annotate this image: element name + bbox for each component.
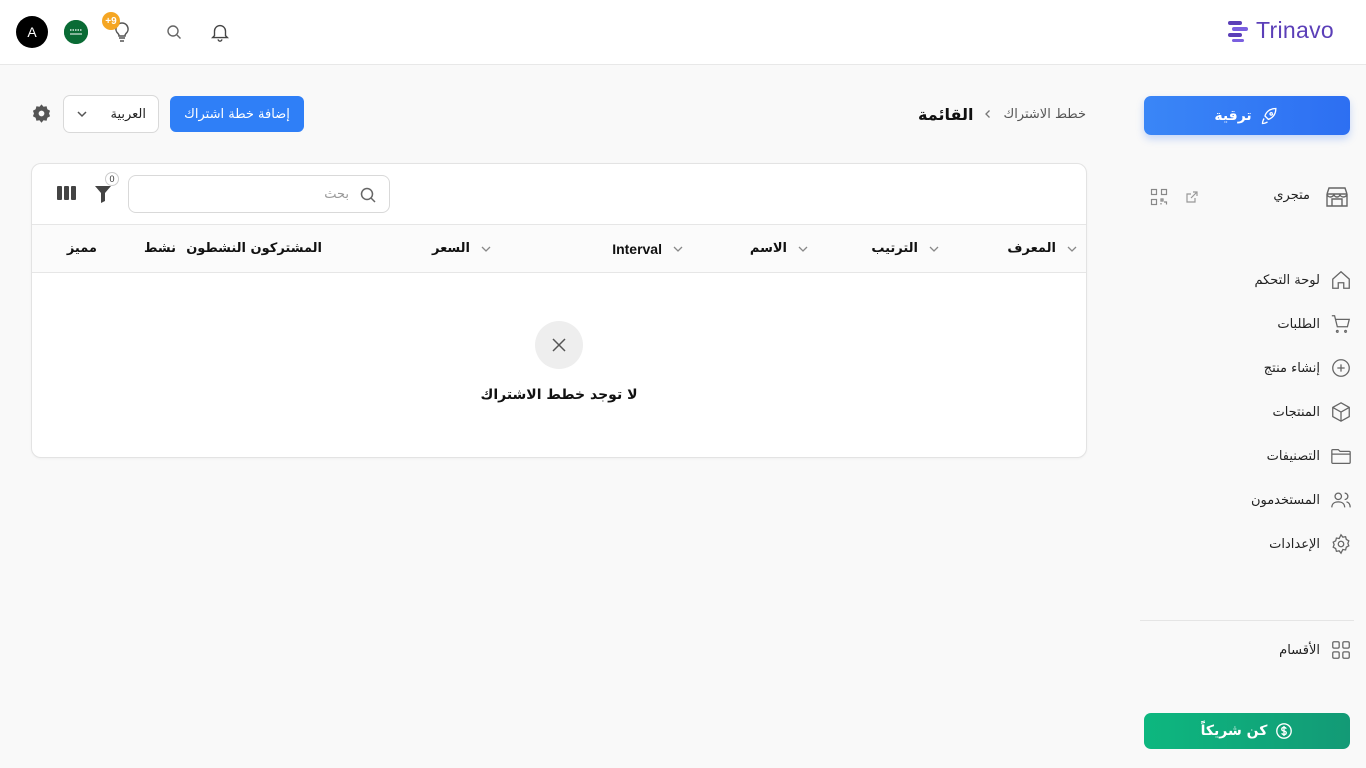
breadcrumb: خطط الاشتراك القائمة (918, 102, 1086, 126)
column-label: الاسم (749, 241, 787, 256)
chevron-down-icon (673, 246, 683, 252)
home-icon (1332, 270, 1350, 289)
sidebar-item-label: إنشاء منتج (1263, 360, 1320, 376)
filter-icon[interactable] (94, 184, 112, 204)
sidebar-item-users[interactable]: المستخدمون (1142, 478, 1352, 522)
sidebar-item-label: التصنيفات (1266, 448, 1320, 464)
upgrade-button[interactable]: ترقية (1144, 96, 1350, 135)
partner-label: كن شريكاً (1200, 723, 1268, 739)
sidebar-item-categories[interactable]: التصنيفات (1142, 434, 1352, 478)
breadcrumb-parent[interactable]: خطط الاشتراك (1003, 107, 1086, 122)
upgrade-label: ترقية (1214, 107, 1252, 124)
language-select[interactable]: العربية (63, 95, 159, 133)
sidebar-item-create-product[interactable]: إنشاء منتج (1142, 346, 1352, 390)
users-icon (1331, 492, 1351, 508)
search-input[interactable] (149, 176, 349, 212)
avatar[interactable]: A (16, 16, 48, 48)
column-label: المشتركون النشطون (186, 241, 322, 256)
cart-icon (1331, 315, 1351, 333)
sidebar-item-label: لوحة التحكم (1254, 272, 1320, 288)
store-icon (1324, 184, 1350, 210)
column-header-active-subscribers[interactable]: المشتركون النشطون (186, 225, 322, 272)
page-settings-gear-icon[interactable] (31, 103, 52, 124)
sidebar-item-sections[interactable]: الأقسام (1279, 636, 1352, 664)
qr-code-icon[interactable] (1150, 188, 1168, 206)
filter-count-badge: 0 (105, 172, 119, 186)
sidebar-divider (1140, 620, 1354, 621)
sidebar-nav: لوحة التحكم الطلبات إنشاء منتج المنتجات … (1142, 258, 1352, 566)
logo-icon (1228, 20, 1249, 42)
subscription-plans-table: 0 المعرف الترتيب الاسم Interval السعر ال… (31, 163, 1087, 458)
column-header-name[interactable]: الاسم (750, 225, 809, 272)
chevron-down-icon (77, 111, 87, 118)
become-partner-button[interactable]: كن شريكاً (1144, 713, 1350, 749)
sidebar-item-dashboard[interactable]: لوحة التحكم (1142, 258, 1352, 302)
language-value: العربية (110, 106, 146, 122)
sidebar-item-settings[interactable]: الإعدادات (1142, 522, 1352, 566)
gear-icon (1332, 533, 1350, 555)
folder-icon (1331, 448, 1351, 464)
column-label: نشط (143, 241, 176, 256)
table-header: المعرف الترتيب الاسم Interval السعر المش… (32, 224, 1086, 273)
columns-icon[interactable] (57, 185, 76, 201)
close-icon (552, 338, 566, 352)
chevron-down-icon (1067, 246, 1077, 252)
external-link-icon[interactable] (1184, 189, 1200, 205)
search-icon (359, 186, 377, 204)
chevron-left-icon (985, 110, 991, 118)
column-label: السعر (432, 241, 470, 256)
page-title: القائمة (918, 104, 974, 124)
sidebar-item-label: المنتجات (1272, 404, 1320, 420)
sidebar-item-label: الطلبات (1277, 316, 1320, 332)
sidebar-item-label: الإعدادات (1269, 536, 1320, 552)
table-search[interactable] (128, 175, 390, 213)
empty-state-message: لا توجد خطط الاشتراك (480, 387, 638, 403)
bell-icon[interactable] (209, 21, 231, 43)
sections-label: الأقسام (1279, 642, 1320, 658)
chevron-down-icon (798, 246, 808, 252)
notification-badge: +9 (102, 12, 120, 30)
column-header-price[interactable]: السعر (432, 225, 492, 272)
column-header-id[interactable]: المعرف (1007, 225, 1078, 272)
box-icon (1332, 402, 1350, 422)
column-label: مميز (66, 241, 97, 256)
avatar-letter: A (27, 24, 37, 40)
grid-icon (1332, 641, 1350, 659)
rocket-icon (1261, 107, 1277, 124)
column-label: المعرف (1007, 241, 1056, 256)
brand-logo[interactable]: Trinavo (1226, 17, 1334, 44)
sidebar-item-products[interactable]: المنتجات (1142, 390, 1352, 434)
search-icon[interactable] (166, 24, 182, 40)
column-label: الترتيب (871, 241, 918, 256)
top-bar: Trinavo A +9 (0, 0, 1366, 65)
my-store-row[interactable]: متجري (1146, 182, 1350, 212)
column-header-active[interactable]: نشط (144, 225, 176, 272)
chevron-down-icon (929, 246, 939, 252)
store-label: متجري (1273, 188, 1310, 203)
column-header-order[interactable]: الترتيب (871, 225, 940, 272)
brand-name: Trinavo (1256, 17, 1334, 43)
sidebar-item-label: المستخدمون (1250, 492, 1320, 508)
column-header-interval[interactable]: Interval (612, 225, 684, 272)
sidebar-item-orders[interactable]: الطلبات (1142, 302, 1352, 346)
chevron-down-icon (481, 246, 491, 252)
plus-circle-icon (1332, 359, 1350, 377)
empty-state-icon (535, 321, 583, 369)
dollar-icon (1276, 723, 1293, 739)
flag-emblem (64, 20, 88, 44)
column-header-featured[interactable]: مميز (67, 225, 97, 272)
add-subscription-plan-button[interactable]: إضافة خطة اشتراك (170, 96, 304, 132)
column-label: Interval (612, 240, 662, 257)
saudi-flag-icon[interactable] (64, 20, 88, 44)
add-button-label: إضافة خطة اشتراك (184, 106, 290, 122)
